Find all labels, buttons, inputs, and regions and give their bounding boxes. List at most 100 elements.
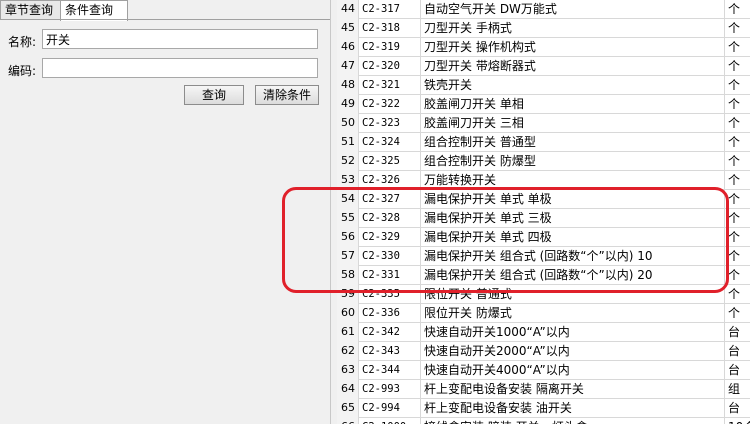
code-label: 编码:: [8, 64, 37, 78]
row-unit: 台: [728, 325, 741, 339]
row-name: 漏电保护开关 单式 四极: [421, 228, 725, 247]
table-row[interactable]: 57 C2-330 漏电保护开关 组合式 (回路数“个”以内) 10 个: [337, 247, 750, 266]
row-unit: 个: [728, 230, 741, 244]
table-row[interactable]: 45 C2-318 刀型开关 手柄式个: [337, 19, 750, 38]
table-row[interactable]: 56 C2-329 漏电保护开关 单式 四极个: [337, 228, 750, 247]
row-unit: 个: [728, 116, 741, 130]
row-number: 66: [337, 418, 359, 424]
table-row[interactable]: 64 C2-993 杆上变配电设备安装 隔离开关组: [337, 380, 750, 399]
table-row[interactable]: 65 C2-994 杆上变配电设备安装 油开关台: [337, 399, 750, 418]
row-name: 铁壳开关: [421, 76, 725, 95]
row-name: 接线盒安装 暗装 开关、灯头盒: [421, 418, 725, 424]
row-code: C2-336: [359, 304, 421, 323]
row-code: C2-343: [359, 342, 421, 361]
row-unit: 个: [728, 59, 741, 73]
row-code: C2-1000: [359, 418, 421, 424]
row-code: C2-323: [359, 114, 421, 133]
row-name: 漏电保护开关 组合式 (回路数“个”以内) 20: [421, 266, 725, 285]
row-number: 62: [337, 342, 359, 361]
row-code: C2-330: [359, 247, 421, 266]
row-unit: 台: [728, 401, 741, 415]
row-unit: 个: [728, 287, 741, 301]
row-number: 57: [337, 247, 359, 266]
name-label: 名称:: [8, 35, 37, 49]
table-row[interactable]: 60 C2-336 限位开关 防爆式个: [337, 304, 750, 323]
row-code: C2-331: [359, 266, 421, 285]
row-code: C2-993: [359, 380, 421, 399]
table-row[interactable]: 47 C2-320 刀型开关 带熔断器式个: [337, 57, 750, 76]
row-name: 刀型开关 手柄式: [421, 19, 725, 38]
left-panel: 章节查询 条件查询 名称: 编码: 查询 清除条件: [0, 0, 330, 424]
table-row[interactable]: 59 C2-335 限位开关 普通式个: [337, 285, 750, 304]
clear-conditions-button[interactable]: 清除条件: [255, 85, 319, 105]
table-row[interactable]: 51 C2-324 组合控制开关 普通型个: [337, 133, 750, 152]
row-unit: 个: [728, 249, 741, 263]
table-row[interactable]: 52 C2-325 组合控制开关 防爆型个: [337, 152, 750, 171]
row-unit: 个: [728, 21, 741, 35]
row-number: 59: [337, 285, 359, 304]
row-code: C2-328: [359, 209, 421, 228]
row-name: 漏电保护开关 单式 单极: [421, 190, 725, 209]
row-unit: 个: [728, 97, 741, 111]
row-name: 限位开关 防爆式: [421, 304, 725, 323]
row-unit: 个: [728, 306, 741, 320]
row-code: C2-344: [359, 361, 421, 380]
row-name: 限位开关 普通式: [421, 285, 725, 304]
row-unit: 组: [728, 382, 741, 396]
panel-splitter[interactable]: [330, 0, 337, 424]
row-number: 55: [337, 209, 359, 228]
tab-condition-query[interactable]: 条件查询: [60, 0, 128, 21]
code-input[interactable]: [42, 58, 318, 78]
row-number: 46: [337, 38, 359, 57]
table-row[interactable]: 63 C2-344 快速自动开关4000“A”以内台: [337, 361, 750, 380]
table-row[interactable]: 53 C2-326 万能转换开关个: [337, 171, 750, 190]
row-number: 58: [337, 266, 359, 285]
table-row[interactable]: 48 C2-321 铁壳开关个: [337, 76, 750, 95]
row-number: 63: [337, 361, 359, 380]
row-name: 万能转换开关: [421, 171, 725, 190]
row-name: 刀型开关 带熔断器式: [421, 57, 725, 76]
row-number: 54: [337, 190, 359, 209]
table-row[interactable]: 55 C2-328 漏电保护开关 单式 三极个: [337, 209, 750, 228]
row-name: 组合控制开关 普通型: [421, 133, 725, 152]
row-unit: 个: [728, 211, 741, 225]
row-unit: 个: [728, 268, 741, 282]
table-row[interactable]: 54 C2-327 漏电保护开关 单式 单极个: [337, 190, 750, 209]
row-code: C2-335: [359, 285, 421, 304]
row-unit: 个: [728, 135, 741, 149]
row-code: C2-320: [359, 57, 421, 76]
query-button[interactable]: 查询: [184, 85, 244, 105]
table-row[interactable]: 66C2-1000接线盒安装 暗装 开关、灯头盒10个: [337, 418, 750, 424]
row-number: 64: [337, 380, 359, 399]
row-name: 胶盖闸刀开关 单相: [421, 95, 725, 114]
row-number: 45: [337, 19, 359, 38]
row-code: C2-318: [359, 19, 421, 38]
row-name: 漏电保护开关 组合式 (回路数“个”以内) 10: [421, 247, 725, 266]
row-code: C2-329: [359, 228, 421, 247]
table-row[interactable]: 49 C2-322 胶盖闸刀开关 单相个: [337, 95, 750, 114]
table-row[interactable]: 50 C2-323 胶盖闸刀开关 三相个: [337, 114, 750, 133]
row-name: 刀型开关 操作机构式: [421, 38, 725, 57]
row-unit: 个: [728, 78, 741, 92]
row-code: C2-325: [359, 152, 421, 171]
row-unit: 个: [728, 154, 741, 168]
row-code: C2-321: [359, 76, 421, 95]
row-number: 60: [337, 304, 359, 323]
row-name: 自动空气开关 DW万能式: [421, 0, 725, 19]
row-number: 44: [337, 0, 359, 19]
table-row[interactable]: 46 C2-319 刀型开关 操作机构式个: [337, 38, 750, 57]
row-unit: 台: [728, 344, 741, 358]
table-row[interactable]: 62 C2-343 快速自动开关2000“A”以内台: [337, 342, 750, 361]
name-input[interactable]: [42, 29, 318, 49]
row-code: C2-994: [359, 399, 421, 418]
table-row[interactable]: 61 C2-342 快速自动开关1000“A”以内台: [337, 323, 750, 342]
row-unit: 个: [728, 173, 741, 187]
row-name: 快速自动开关4000“A”以内: [421, 361, 725, 380]
row-name: 胶盖闸刀开关 三相: [421, 114, 725, 133]
table-row[interactable]: 44 C2-317 自动空气开关 DW万能式个: [337, 0, 750, 19]
results-table: 44 C2-317 自动空气开关 DW万能式个 45 C2-318 刀型开关 手柄式个 46…: [337, 0, 750, 424]
table-row[interactable]: 58 C2-331 漏电保护开关 组合式 (回路数“个”以内) 20 个: [337, 266, 750, 285]
row-code: C2-327: [359, 190, 421, 209]
row-name: 杆上变配电设备安装 油开关: [421, 399, 725, 418]
tab-chapter-query[interactable]: 章节查询: [0, 0, 68, 20]
